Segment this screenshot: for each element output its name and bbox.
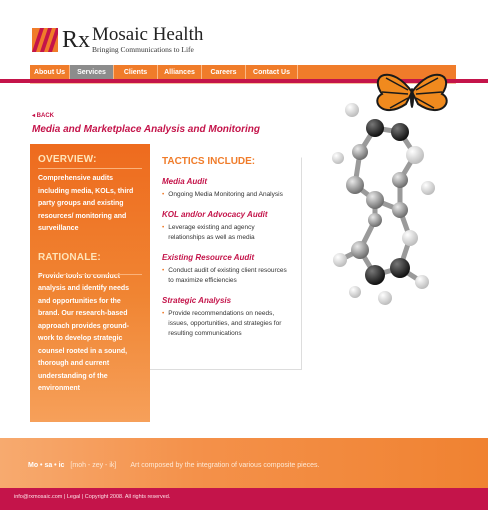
nav-item-careers[interactable]: Careers: [202, 65, 246, 79]
bullet-icon: •: [162, 191, 165, 198]
nav-item-about-us[interactable]: About Us: [30, 65, 70, 79]
rationale-text: Provide tools to conduct analysis and id…: [38, 272, 130, 393]
nav-item-contact-us[interactable]: Contact Us: [246, 65, 298, 79]
page-title: Media and Marketplace Analysis and Monit…: [32, 124, 261, 135]
brand-logo[interactable]: Rx Mosaic Health Bringing Communications…: [32, 24, 204, 54]
brand-name: Mosaic Health: [92, 24, 204, 45]
tactic-bullet: • Ongoing Media Monitoring and Analysis: [162, 191, 283, 198]
nav-item-alliances[interactable]: Alliances: [158, 65, 202, 79]
mosaic-definition: Mo • sa • ic [moh - zey - ik] Art compos…: [28, 462, 319, 469]
nav-item-services[interactable]: Services: [70, 65, 114, 79]
tactic-bullet: • Conduct audit of existing client resour…: [162, 267, 287, 284]
overview-text: Comprehensive audits including media, KO…: [38, 175, 134, 232]
tactic-title: Existing Resource Audit: [162, 253, 255, 262]
definition-meaning: Art composed by the integration of vario…: [130, 462, 320, 469]
nav-item-clients[interactable]: Clients: [114, 65, 158, 79]
back-link[interactable]: ◂ BACK: [32, 112, 54, 119]
definition-pronunciation: [moh - zey - ik]: [70, 462, 117, 469]
divider: [38, 168, 142, 169]
tactic-bullet: • Provide recommendations on needs, issue…: [162, 310, 282, 337]
overview-heading: OVERVIEW:: [38, 154, 97, 165]
definition-word: Mo • sa • ic: [28, 462, 65, 469]
mosaic-logo-icon: [32, 28, 58, 52]
tactic-title: Strategic Analysis: [162, 296, 232, 305]
bullet-icon: •: [162, 267, 165, 274]
bullet-icon: •: [162, 224, 165, 231]
tactics-heading: TACTICS INCLUDE:: [162, 156, 256, 167]
molecule-butterfly-illustration: [300, 60, 488, 330]
bullet-icon: •: [162, 310, 165, 317]
tactic-title: KOL and/or Advocacy Audit: [162, 210, 268, 219]
tactic-bullet: • Leverage existing and agency relationsh…: [162, 224, 255, 241]
tactics-panel: TACTICS INCLUDE: Media Audit • Ongoing Me…: [150, 144, 302, 370]
footer-links[interactable]: info@rxmosaic.com | Legal | Copyright 20…: [14, 494, 170, 500]
divider: [38, 274, 142, 275]
tactic-title: Media Audit: [162, 177, 208, 186]
rx-symbol: Rx: [62, 27, 91, 53]
overview-panel: OVERVIEW: Comprehensive audits including…: [30, 144, 150, 422]
rationale-heading: RATIONALE:: [38, 251, 101, 263]
brand-tagline: Bringing Communications to Life: [92, 45, 194, 54]
